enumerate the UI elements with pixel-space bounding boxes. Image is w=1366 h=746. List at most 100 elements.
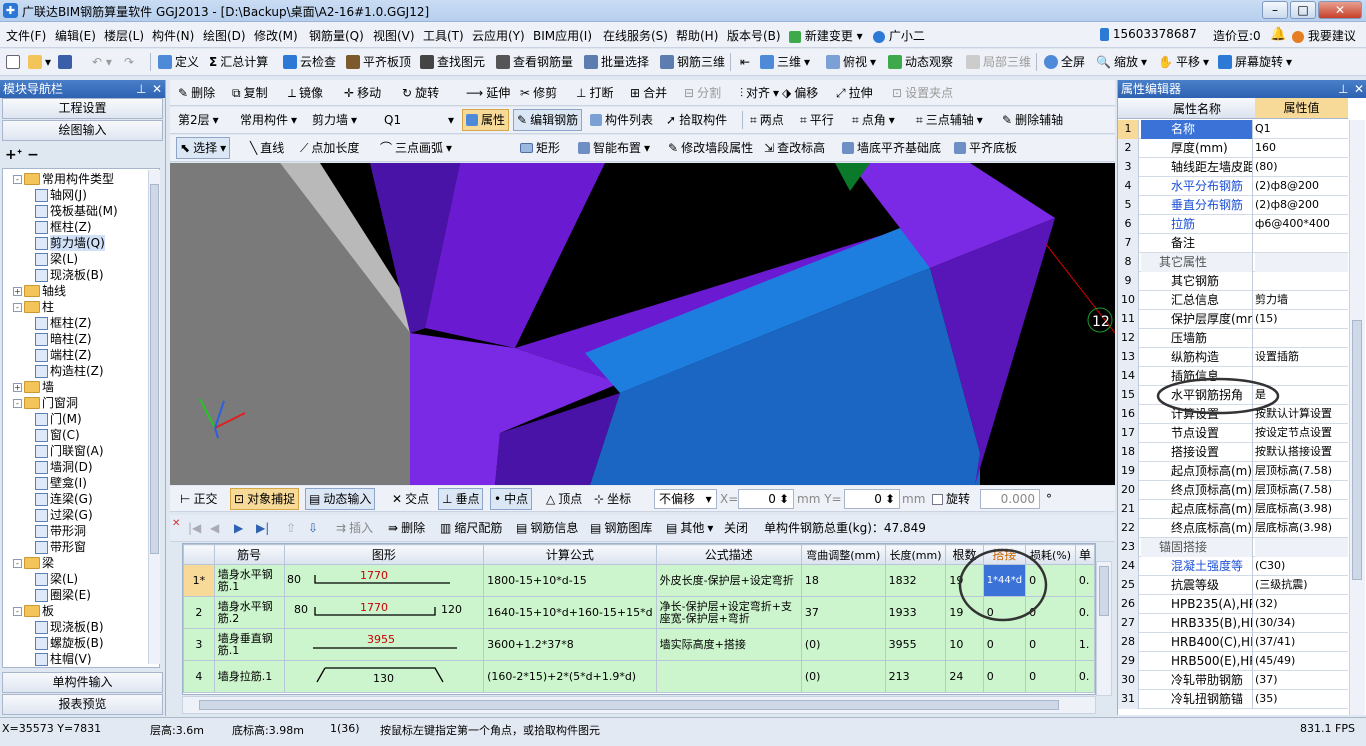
point-angle-dropdown[interactable]: ⌗ 点角 ▾ [852, 107, 895, 133]
property-row[interactable]: 19 起点顶标高(m) 层顶标高(7.58) [1118, 462, 1348, 481]
view-3d-dropdown[interactable]: 三维 ▾ [760, 49, 810, 75]
tree-item[interactable]: 现浇板(B) [35, 267, 104, 283]
tree-item[interactable]: 窗(C) [35, 427, 80, 443]
property-value[interactable]: 按设定节点设置 [1255, 424, 1348, 443]
bar-count[interactable]: 10 [945, 628, 984, 661]
property-row[interactable]: 3 轴线距左墙皮距 (80) [1118, 158, 1348, 177]
view-rebar-qty-button[interactable]: 查看钢筋量 [496, 49, 573, 75]
tree-item[interactable]: 暗柱(Z) [35, 331, 92, 347]
menu-file[interactable]: 文件(F) [6, 27, 46, 44]
rotate-button[interactable]: ↻ 旋转 [402, 80, 439, 106]
col-formula[interactable]: 计算公式 [483, 544, 657, 565]
bar-description[interactable]: 净长-保护层+设定弯折+支座宽-保护层+弯折 [655, 596, 802, 629]
cloud-check-button[interactable]: 云检查 [283, 49, 336, 75]
insert-row-button[interactable]: ⇉ 插入 [336, 515, 373, 541]
select-button[interactable]: ⬉ 选择 ▾ [176, 137, 231, 159]
tree-item[interactable]: 连梁(G) [35, 491, 93, 507]
tree-item[interactable]: 柱帽(V) [35, 651, 92, 667]
nav-close-icon[interactable]: ✕ [152, 80, 162, 98]
local-3d-button[interactable]: 局部三维 [966, 49, 1031, 75]
bar-formula[interactable]: 1640-15+10*d+160-15+15*d [483, 596, 657, 629]
property-row[interactable]: 17 节点设置 按设定节点设置 [1118, 424, 1348, 443]
tree-item[interactable]: 现浇板(B) [35, 619, 104, 635]
expand-collapse-icons[interactable]: +ᐩ − [5, 147, 39, 163]
batch-select-button[interactable]: 批量选择 [584, 49, 649, 75]
undo-button[interactable]: ↶ ▾ [92, 49, 112, 75]
property-row[interactable]: 13 纵筋构造 设置插筋 [1118, 348, 1348, 367]
new-file-button[interactable] [6, 49, 20, 75]
bar-bend[interactable]: 37 [800, 596, 886, 629]
report-preview-button[interactable]: 报表预览 [2, 694, 163, 715]
tree-item[interactable]: 带形洞 [35, 523, 86, 539]
props-scrollbar[interactable] [1349, 120, 1365, 715]
other-dropdown[interactable]: ▤ 其他 ▾ [666, 515, 713, 541]
menu-tools[interactable]: 工具(T) [423, 27, 464, 44]
split-button[interactable]: ⊟ 分割 [684, 80, 721, 106]
save-button[interactable] [58, 49, 72, 75]
property-row[interactable]: 24 混凝土强度等 (C30) [1118, 557, 1348, 576]
bar-formula[interactable]: (160-2*15)+2*(5*d+1.9*d) [483, 660, 657, 693]
property-value[interactable]: (37/41) [1255, 633, 1348, 652]
prev-record-button[interactable]: ◀ [210, 515, 219, 541]
col-formula-desc[interactable]: 公式描述 [655, 544, 802, 565]
property-value[interactable]: 层顶标高(7.58) [1255, 481, 1348, 500]
tree-item[interactable]: 带形窗 [35, 539, 86, 555]
property-value[interactable]: (三级抗震) [1255, 576, 1348, 595]
offset-select[interactable]: 不偏移 ▾ [654, 489, 717, 509]
bar-unit[interactable]: 0. [1074, 660, 1095, 693]
align-button[interactable]: ⫶ 对齐 ▾ [740, 80, 779, 106]
bar-shape[interactable]: 80 1770 [283, 564, 485, 597]
bar-length[interactable]: 3955 [884, 628, 947, 661]
menu-bim[interactable]: BIM应用(I) [533, 27, 592, 44]
define-button[interactable]: 定义 [158, 49, 199, 75]
wall-bottom-align-button[interactable]: 墙底平齐基础底 [842, 135, 941, 161]
close-button[interactable]: ✕ [1318, 1, 1362, 19]
col-bar-no[interactable]: 筋号 [213, 544, 285, 565]
col-length[interactable]: 长度(mm) [884, 544, 947, 565]
property-row[interactable]: 26HPB235(A),HPB(32) [1118, 595, 1348, 614]
row-number[interactable]: 2 [183, 596, 215, 629]
bar-lap[interactable]: 0 [982, 628, 1027, 661]
project-settings-button[interactable]: 工程设置 [2, 98, 163, 119]
check-elevation-button[interactable]: ⇲ 查改标高 [764, 135, 825, 161]
menu-draw[interactable]: 绘图(D) [203, 27, 246, 44]
property-value[interactable]: (2)ф8@200 [1255, 177, 1348, 196]
rebar-panel-close-icon[interactable]: ✕ [172, 511, 180, 537]
menu-version[interactable]: 版本号(B) [727, 27, 781, 44]
3d-wall-scene[interactable]: 12 [170, 163, 1115, 485]
bar-count[interactable]: 24 [945, 660, 984, 693]
menu-floor[interactable]: 楼层(L) [104, 27, 144, 44]
three-point-axis-dropdown[interactable]: ⌗ 三点辅轴 ▾ [916, 107, 983, 133]
property-value[interactable] [1255, 253, 1348, 272]
tree-item[interactable]: 端柱(Z) [35, 347, 92, 363]
bar-length[interactable]: 213 [884, 660, 947, 693]
align-floor-button[interactable]: 平齐底板 [954, 135, 1017, 161]
bar-shape[interactable]: 80 1770 120 [283, 596, 485, 629]
bar-bend[interactable]: (0) [800, 628, 886, 661]
bar-name[interactable]: 墙身拉筋.1 [213, 660, 285, 693]
tree-item[interactable]: 框柱(Z) [35, 315, 92, 331]
offset-button[interactable]: ⬗ 偏移 [782, 80, 818, 106]
two-points-button[interactable]: ⌗ 两点 [750, 107, 784, 133]
tree-item[interactable]: 构造柱(Z) [35, 363, 104, 379]
rebar-row[interactable]: 3 墙身垂直钢筋.1 3955 3600+1.2*37*8 墙实际高度+搭接 (0) 395… [183, 628, 1095, 661]
property-row[interactable]: 9 其它钢筋 [1118, 272, 1348, 291]
vertex-snap[interactable]: △ 顶点 [546, 486, 582, 512]
pin-icon[interactable]: ⊥ [136, 80, 146, 98]
property-row[interactable]: ⊟8其它属性 [1118, 253, 1348, 272]
bar-unit[interactable]: 0. [1074, 596, 1095, 629]
rebar-3d-button[interactable]: 钢筋三维 [660, 49, 725, 75]
stretch-button[interactable]: ⤢ 拉伸 [836, 80, 873, 106]
menu-edit[interactable]: 编辑(E) [55, 27, 96, 44]
bar-unit[interactable]: 0. [1074, 564, 1095, 597]
component-list-button[interactable]: 构件列表 [590, 107, 653, 133]
fullscreen-button[interactable]: 全屏 [1044, 49, 1085, 75]
property-row[interactable]: 4 水平分布钢筋 (2)ф8@200 [1118, 177, 1348, 196]
property-value[interactable] [1255, 329, 1348, 348]
next-record-button[interactable]: ▶ [234, 515, 243, 541]
menu-new-change[interactable]: 新建变更 ▾ [789, 27, 863, 44]
object-snap-toggle[interactable]: ⊡ 对象捕捉 [230, 488, 300, 510]
floor-select[interactable]: 第2层 ▾ [178, 107, 219, 133]
property-value[interactable]: (80) [1255, 158, 1348, 177]
property-value[interactable]: 层底标高(3.98) [1255, 500, 1348, 519]
